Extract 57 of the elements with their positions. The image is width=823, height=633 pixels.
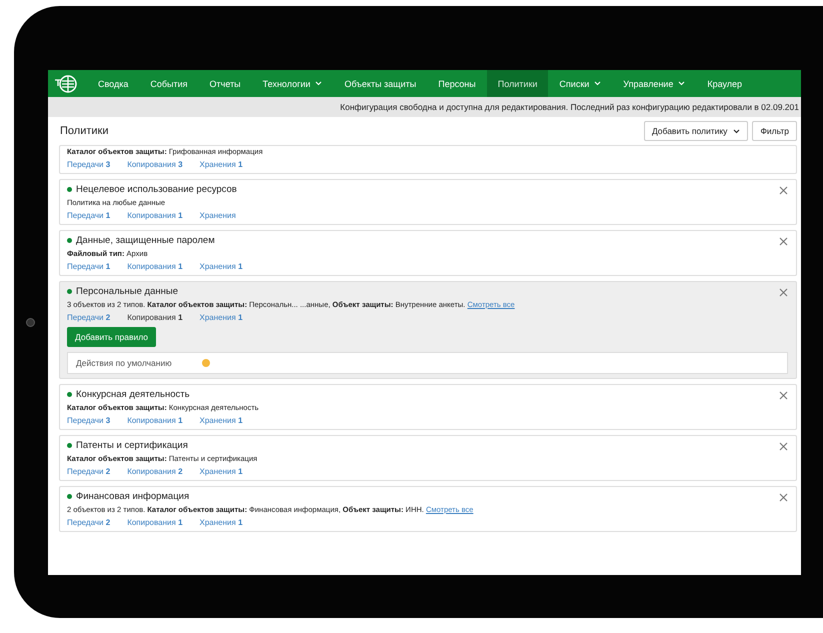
close-icon[interactable] xyxy=(779,493,788,502)
close-icon[interactable] xyxy=(779,391,788,400)
status-dot-icon xyxy=(67,494,72,499)
close-icon[interactable] xyxy=(779,288,788,297)
nav-item[interactable]: Управление xyxy=(612,70,696,97)
policy-title: Данные, защищенные паролем xyxy=(76,235,215,246)
stat-link[interactable]: Передачи 3 xyxy=(67,416,110,425)
stat-link[interactable]: Хранения 1 xyxy=(200,313,243,322)
close-icon[interactable] xyxy=(779,186,788,195)
stat-link[interactable]: Передачи 3 xyxy=(67,160,110,169)
nav-item[interactable]: Объекты защиты xyxy=(333,70,428,97)
nav-item[interactable]: Технологии xyxy=(252,70,334,97)
filter-button[interactable]: Фильтр xyxy=(752,121,797,141)
stat-link[interactable]: Хранения 1 xyxy=(200,262,243,271)
close-icon[interactable] xyxy=(779,237,788,246)
stat-link[interactable]: Передачи 2 xyxy=(67,467,110,476)
nav-item[interactable]: Сводка xyxy=(87,70,140,97)
stat-link[interactable]: Передачи 1 xyxy=(67,211,110,220)
status-dot-icon xyxy=(67,238,72,243)
notice-text: Конфигурация свободна и доступна для редактирования. Последний раз конфигурацию редактировали в 02.09.201 xyxy=(340,102,799,112)
status-dot-icon xyxy=(67,289,72,294)
close-icon[interactable] xyxy=(779,442,788,451)
nav-item[interactable]: События xyxy=(139,70,199,97)
stat-link[interactable]: Копирования 1 xyxy=(127,313,183,322)
policy-title: Нецелевое использование ресурсов xyxy=(76,184,237,195)
stat-link[interactable]: Копирования 1 xyxy=(127,262,183,271)
stat-link[interactable]: Копирования 1 xyxy=(127,416,183,425)
stat-link[interactable]: Передачи 2 xyxy=(67,518,110,527)
policy-title: Патенты и сертификация xyxy=(76,440,188,451)
stat-link[interactable]: Хранения 1 xyxy=(200,467,243,476)
policy-title: Персональные данные xyxy=(76,286,178,297)
default-actions-label: Действия по умолчанию xyxy=(76,358,172,368)
stat-link[interactable]: Копирования 3 xyxy=(127,160,183,169)
status-dot-icon xyxy=(67,187,72,192)
policy-title: Конкурсная деятельность xyxy=(76,389,190,400)
status-dot-icon xyxy=(67,443,72,448)
stat-link[interactable]: Копирования 2 xyxy=(127,467,183,476)
stat-link[interactable]: Хранения 1 xyxy=(200,518,243,527)
status-dot-icon xyxy=(67,392,72,397)
nav-item[interactable]: Списки xyxy=(548,70,612,97)
stat-link[interactable]: Передачи 1 xyxy=(67,262,110,271)
stat-link[interactable]: Хранения 1 xyxy=(200,416,243,425)
nav-item[interactable]: Политики xyxy=(486,70,548,97)
nav-item[interactable]: Отчеты xyxy=(198,70,252,97)
page-title: Политики xyxy=(60,125,108,137)
stat-link[interactable]: Копирования 1 xyxy=(127,518,183,527)
camera-icon xyxy=(26,318,35,327)
stat-link[interactable]: Хранения 1 xyxy=(200,160,243,169)
stat-link[interactable]: Хранения xyxy=(200,211,236,220)
nav-item[interactable]: Краулер xyxy=(696,70,754,97)
add-rule-button[interactable]: Добавить правило xyxy=(67,327,156,347)
policy-title: Финансовая информация xyxy=(76,491,190,502)
stat-link[interactable]: Передачи 2 xyxy=(67,313,110,322)
nav-item[interactable]: Персоны xyxy=(427,70,487,97)
dropdown-button[interactable]: Добавить политику xyxy=(644,121,748,141)
stat-link[interactable]: Копирования 1 xyxy=(127,211,183,220)
default-actions-row[interactable]: Действия по умолчанию xyxy=(67,352,788,374)
